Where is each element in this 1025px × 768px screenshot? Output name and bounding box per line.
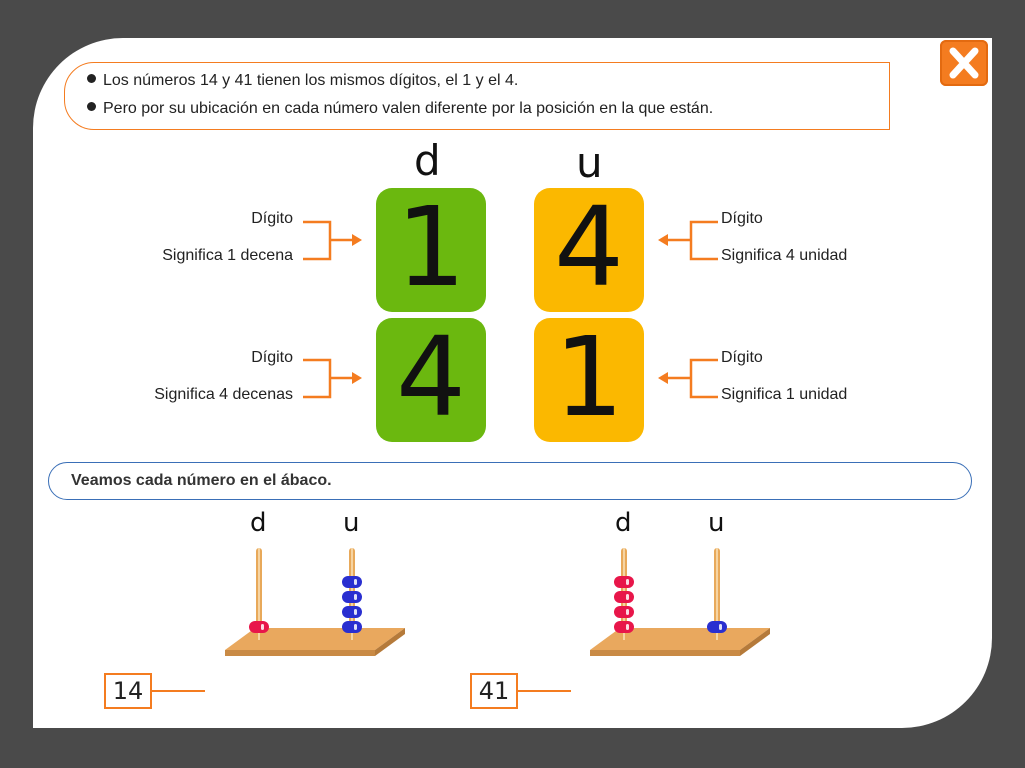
left-label-row1: Dígito (251, 210, 293, 227)
bullet-icon (87, 102, 96, 112)
bead-units (342, 606, 362, 618)
abacus1-tens-letter: d (250, 508, 267, 538)
right-label-row2: Dígito (721, 349, 763, 366)
bead-units (707, 621, 727, 633)
left-meaning-row1: Significa 1 decena (162, 247, 293, 264)
abacus2-units-letter: u (708, 508, 725, 538)
abaco-prompt-bar: Veamos cada número en el ábaco. (48, 462, 972, 500)
bead-tens (614, 606, 634, 618)
right-meaning-row2: Significa 1 unidad (721, 386, 848, 403)
tens-place-letter: d (414, 136, 441, 185)
left-bracket-arrow-row1 (303, 220, 362, 261)
bead-tens (614, 591, 634, 603)
abacus-base-front (590, 650, 740, 656)
info-text-2: Pero por su ubicación en cada número val… (103, 100, 714, 117)
abacus-base-front (225, 650, 375, 656)
abacus2-tens-letter: d (615, 508, 632, 538)
connector-14 (150, 690, 205, 692)
left-meaning-row2: Significa 4 decenas (154, 386, 293, 403)
abacus1-units-letter: u (343, 508, 360, 538)
bead-tens (249, 621, 269, 633)
close-button[interactable] (940, 40, 988, 86)
bead-tens (614, 621, 634, 633)
digit-tens-row1: 1 (396, 183, 466, 311)
abacus-41 (590, 548, 770, 656)
right-bracket-arrow-row2 (658, 358, 718, 399)
digit-units-row1: 4 (554, 183, 624, 311)
number-box-41: 41 (470, 673, 518, 709)
digit-units-row2: 1 (554, 313, 624, 441)
digit-tens-row2: 4 (396, 313, 466, 441)
right-bracket-arrow-row1 (658, 220, 718, 261)
bullet-icon (87, 74, 96, 84)
content-card (33, 38, 992, 728)
right-meaning-row1: Significa 4 unidad (721, 247, 848, 264)
abaco-prompt-text: Veamos cada número en el ábaco. (71, 472, 332, 489)
close-x-icon (949, 47, 979, 79)
tile-units-row2: 1 (534, 318, 644, 442)
connector-41 (516, 690, 571, 692)
units-place-letter: u (576, 138, 603, 187)
info-text-1: Los números 14 y 41 tienen los mismos dí… (103, 72, 519, 89)
info-line-2: Pero por su ubicación en cada número val… (87, 100, 713, 118)
number-box-14: 14 (104, 673, 152, 709)
bead-units (342, 621, 362, 633)
bead-units (342, 591, 362, 603)
left-bracket-arrow-row2 (303, 358, 362, 399)
right-label-row1: Dígito (721, 210, 763, 227)
bead-units (342, 576, 362, 588)
abacus-14 (225, 548, 405, 656)
tile-units-row1: 4 (534, 188, 644, 312)
info-box: Los números 14 y 41 tienen los mismos dí… (64, 62, 890, 130)
tile-tens-row1: 1 (376, 188, 486, 312)
bead-tens (614, 576, 634, 588)
left-label-row2: Dígito (251, 349, 293, 366)
info-line-1: Los números 14 y 41 tienen los mismos dí… (87, 72, 518, 90)
tile-tens-row2: 4 (376, 318, 486, 442)
